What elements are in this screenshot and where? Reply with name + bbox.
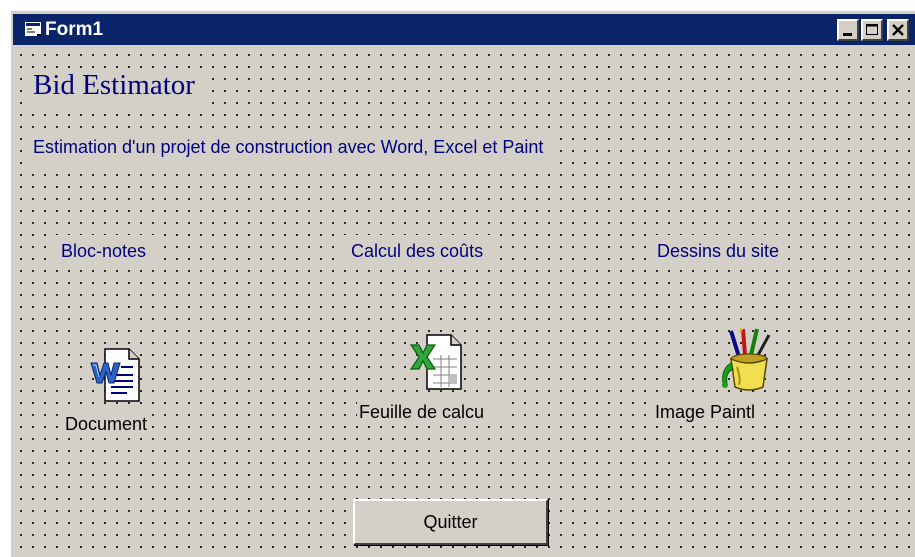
subtitle: Estimation d'un projet de construction a… xyxy=(29,133,552,164)
section-label-notes: Bloc-notes xyxy=(53,235,155,270)
spreadsheet-caption: Feuille de calcu xyxy=(357,401,507,424)
form-client-area: Bid Estimator Estimation d'un projet de … xyxy=(13,47,915,557)
word-document-icon[interactable] xyxy=(83,341,147,405)
maximize-button[interactable] xyxy=(861,19,883,41)
section-label-costs: Calcul des coûts xyxy=(343,235,492,270)
close-icon xyxy=(892,24,904,36)
section-label-drawings: Dessins du site xyxy=(649,235,788,270)
app-title: Bid Estimator xyxy=(29,69,203,106)
minimize-icon xyxy=(843,33,852,36)
form-window-icon xyxy=(25,22,41,36)
window-title: Form1 xyxy=(45,19,104,40)
maximize-icon xyxy=(866,24,878,35)
close-button[interactable] xyxy=(887,19,909,41)
minimize-button[interactable] xyxy=(837,19,859,41)
paint-bucket-icon[interactable] xyxy=(709,323,781,395)
title-bar[interactable]: Form1 xyxy=(13,14,915,45)
quit-button[interactable]: Quitter xyxy=(353,499,548,545)
paint-image-caption: Image Paintl xyxy=(653,401,758,424)
document-caption: Document xyxy=(63,413,150,436)
excel-spreadsheet-icon[interactable] xyxy=(405,329,469,393)
form1-window: Form1 Bid Estimator Estimation d'un proj… xyxy=(10,10,915,557)
